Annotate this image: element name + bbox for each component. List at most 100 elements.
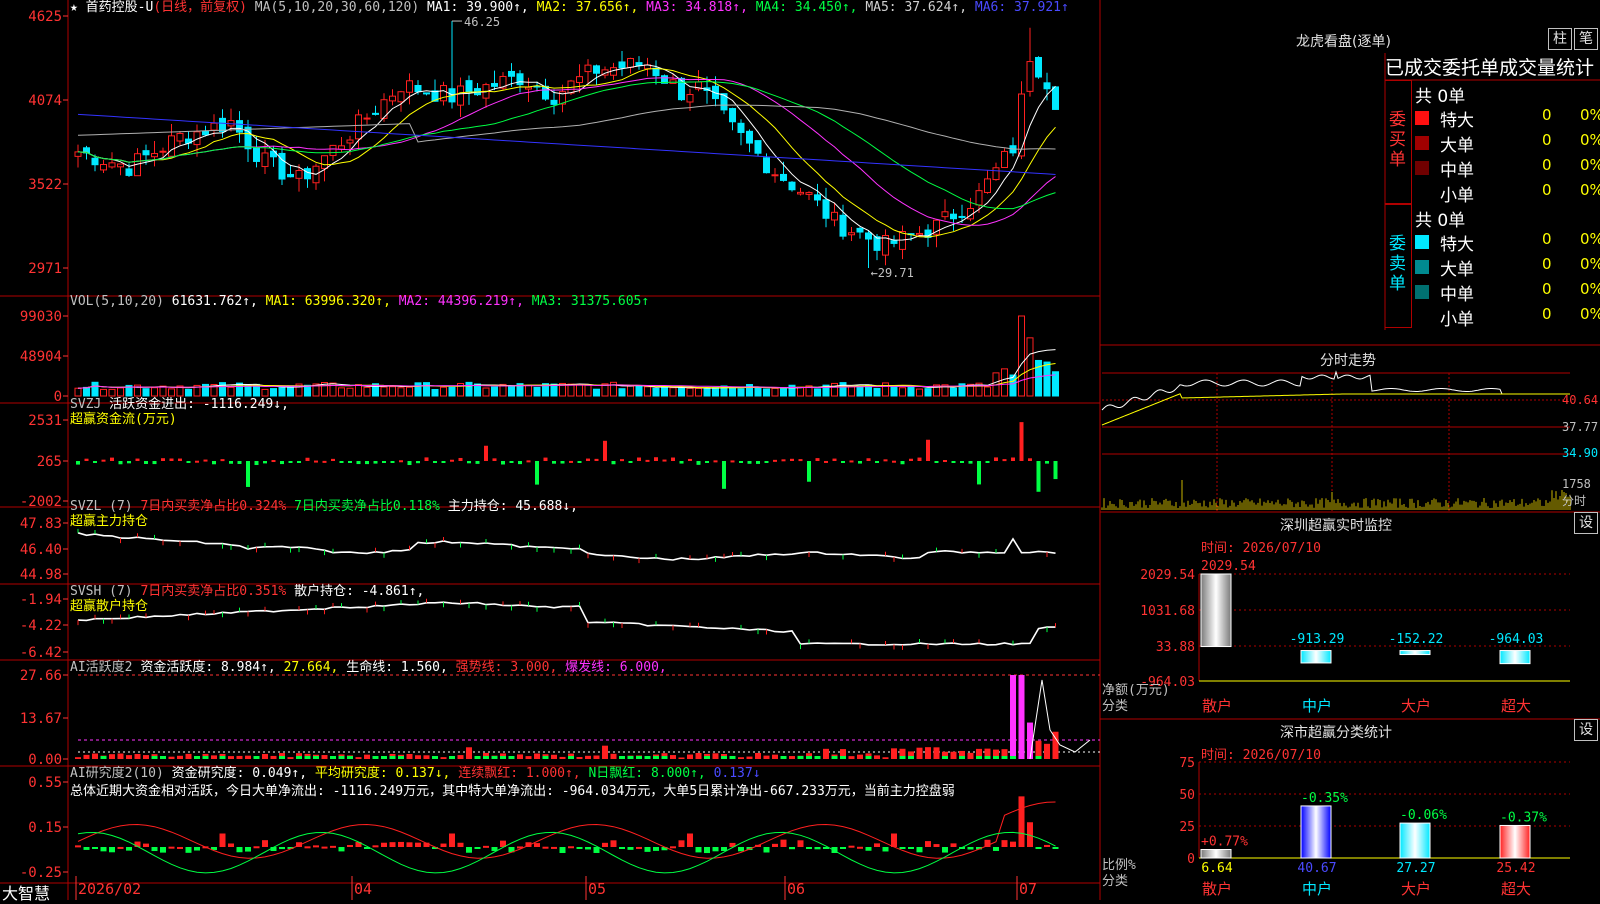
candle-body[interactable]	[975, 190, 983, 206]
candle-body[interactable]	[814, 194, 821, 201]
candle-body[interactable]	[295, 170, 303, 179]
candle-body[interactable]	[176, 132, 184, 142]
candle-body[interactable]	[321, 155, 328, 169]
candle-body[interactable]	[74, 151, 82, 157]
candle-body[interactable]	[457, 85, 464, 106]
candle-body[interactable]	[525, 86, 532, 90]
candle-body[interactable]	[516, 73, 524, 86]
candle-body[interactable]	[865, 232, 872, 240]
candle-body[interactable]	[125, 168, 133, 176]
candle-body[interactable]	[508, 70, 515, 77]
research-bar	[772, 843, 778, 847]
candle-body[interactable]	[1026, 61, 1034, 92]
fenshi-title[interactable]: 分时走势	[1320, 350, 1376, 370]
candle-body[interactable]	[1043, 82, 1051, 90]
candle-body[interactable]	[992, 167, 1000, 181]
monitor-bar[interactable]	[1200, 573, 1232, 648]
candle-body[interactable]	[142, 150, 150, 156]
stats-settings-button[interactable]: 设	[1574, 719, 1598, 741]
candle-body[interactable]	[338, 145, 345, 150]
candle-body[interactable]	[168, 135, 175, 157]
stock-name[interactable]: 首药控股-U	[86, 0, 154, 15]
candle-body[interactable]	[100, 164, 107, 171]
candle-body[interactable]	[984, 178, 991, 194]
candle-body[interactable]	[848, 232, 855, 236]
stats-bar[interactable]	[1300, 805, 1332, 859]
candle-body[interactable]	[389, 95, 396, 102]
stats-bar[interactable]	[1399, 822, 1431, 859]
stats-bar[interactable]	[1200, 849, 1232, 859]
candle-body[interactable]	[797, 191, 804, 195]
candle-body[interactable]	[346, 139, 354, 144]
candle-body[interactable]	[584, 64, 592, 73]
candle-body[interactable]	[593, 65, 600, 74]
monitor-bar[interactable]	[1399, 650, 1431, 656]
monitor-bar[interactable]	[1499, 650, 1531, 665]
candle-body[interactable]	[737, 122, 745, 133]
activity-base	[202, 756, 209, 759]
candle-body[interactable]	[159, 150, 167, 153]
candle-body[interactable]	[822, 199, 830, 219]
candle-body[interactable]	[746, 130, 753, 144]
candle-body[interactable]	[91, 157, 99, 166]
order-row-count: 0	[1542, 106, 1552, 124]
candle-body[interactable]	[423, 92, 430, 95]
candle-body[interactable]	[771, 174, 779, 177]
candle-body[interactable]	[219, 117, 226, 132]
candle-body[interactable]	[329, 144, 337, 157]
candle-body[interactable]	[397, 91, 405, 103]
candle-body[interactable]	[202, 130, 209, 136]
candle-body[interactable]	[550, 99, 558, 105]
candle-body[interactable]	[151, 153, 158, 158]
candle-body[interactable]	[117, 163, 124, 168]
candle-body[interactable]	[831, 211, 838, 221]
candle-body[interactable]	[414, 85, 422, 93]
candle-body[interactable]	[780, 173, 787, 181]
candle-body[interactable]	[652, 67, 660, 77]
stats-y-label: 75	[1179, 756, 1195, 771]
candle-body[interactable]	[618, 61, 626, 69]
tick-button[interactable]: 笔	[1574, 28, 1598, 50]
candle-body[interactable]	[916, 232, 923, 236]
candle-body[interactable]	[304, 168, 311, 180]
candle-body[interactable]	[363, 117, 371, 120]
activity-base	[296, 756, 302, 759]
candle-body[interactable]	[372, 112, 379, 115]
candle-body[interactable]	[253, 146, 260, 162]
candle-body[interactable]	[355, 114, 362, 140]
candle-body[interactable]	[576, 76, 583, 83]
candle-body[interactable]	[754, 140, 762, 154]
candle-body[interactable]	[406, 80, 413, 93]
candle-body[interactable]	[491, 83, 498, 87]
candle-body[interactable]	[108, 162, 116, 168]
column-button[interactable]: 柱	[1548, 28, 1572, 50]
candle-body[interactable]	[890, 240, 898, 244]
candle-body[interactable]	[839, 214, 847, 237]
candle-body[interactable]	[1035, 56, 1042, 78]
candle-body[interactable]	[763, 157, 770, 174]
candle-body[interactable]	[261, 152, 269, 168]
candle-body[interactable]	[941, 211, 949, 218]
monitor-settings-button[interactable]: 设	[1574, 512, 1598, 534]
candle-body[interactable]	[856, 227, 864, 233]
candle-body[interactable]	[950, 213, 957, 220]
candle-body[interactable]	[287, 173, 294, 178]
period-label[interactable]: (日线，前复权)	[153, 0, 247, 15]
candle-body[interactable]	[627, 58, 634, 68]
candle-body[interactable]	[958, 215, 966, 218]
candle-body[interactable]	[1018, 93, 1025, 157]
candle-body[interactable]	[210, 122, 218, 131]
candle-body[interactable]	[788, 181, 796, 191]
candle-body[interactable]	[873, 236, 881, 251]
candle-body[interactable]	[686, 94, 694, 103]
fund-flow-bar	[237, 461, 242, 464]
candle-body[interactable]	[805, 192, 813, 195]
candle-body[interactable]	[729, 108, 736, 123]
monitor-bar[interactable]	[1300, 650, 1332, 664]
candle-body[interactable]	[465, 80, 473, 93]
candle-body[interactable]	[1001, 150, 1008, 169]
stats-bar[interactable]	[1499, 824, 1531, 859]
candle-body[interactable]	[1052, 86, 1059, 110]
candle-body[interactable]	[236, 120, 243, 133]
star-icon[interactable]: ★	[70, 0, 78, 15]
